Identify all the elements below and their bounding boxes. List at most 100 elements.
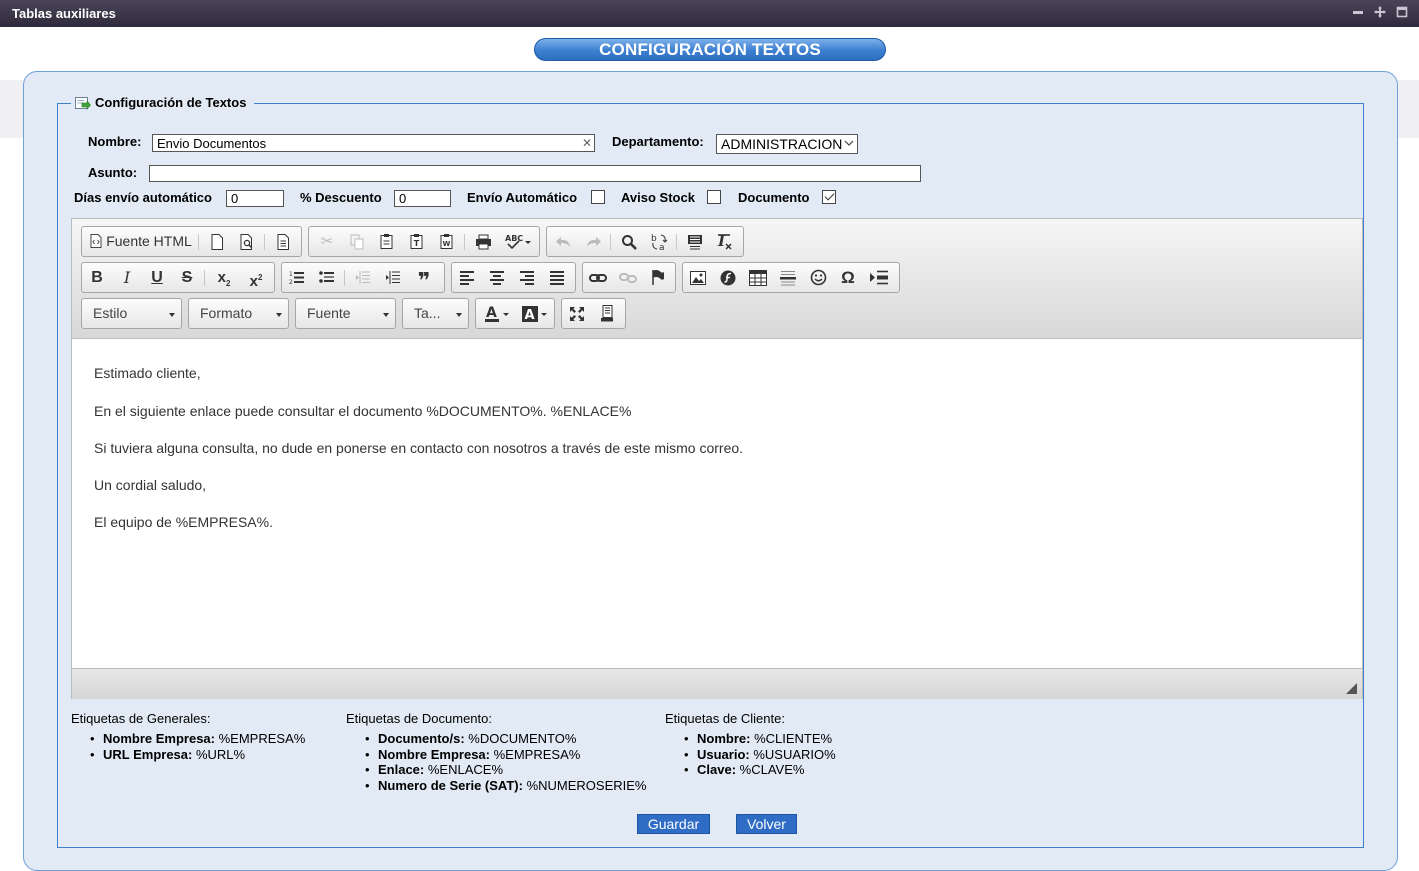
anchor-flag-icon[interactable]: [646, 266, 670, 289]
toolbar-group-basicstyles: B I U S x2 x2: [81, 262, 275, 293]
undo-icon[interactable]: [551, 230, 575, 253]
departamento-select[interactable]: ADMINISTRACION: [716, 134, 858, 154]
edit-document-icon: [75, 96, 91, 110]
numbered-list-icon[interactable]: 12: [285, 266, 309, 289]
spellcheck-icon[interactable]: ABC: [501, 230, 535, 253]
templates-icon[interactable]: [271, 230, 295, 253]
source-html-label: Fuente HTML: [106, 233, 192, 249]
descuento-input[interactable]: [394, 190, 451, 207]
move-icon[interactable]: [1373, 5, 1387, 19]
resize-handle-icon[interactable]: [1346, 683, 1357, 694]
documento-checkbox[interactable]: [822, 190, 836, 204]
page-break-icon[interactable]: [866, 266, 892, 289]
align-center-icon[interactable]: [485, 266, 509, 289]
back-button[interactable]: Volver: [736, 814, 797, 834]
preview-icon[interactable]: [235, 230, 259, 253]
descuento-label: % Descuento: [300, 190, 382, 205]
source-html-button[interactable]: Fuente HTML: [88, 230, 194, 253]
legend-text: Configuración de Textos: [95, 95, 247, 110]
page-title: CONFIGURACIÓN TEXTOS: [534, 38, 886, 61]
outdent-icon[interactable]: [351, 266, 375, 289]
cut-icon[interactable]: ✂: [315, 230, 339, 253]
font-combo[interactable]: Fuente: [295, 298, 396, 329]
svg-text:W: W: [443, 240, 451, 248]
copy-icon[interactable]: [345, 230, 369, 253]
print-icon[interactable]: [471, 230, 495, 253]
new-page-icon[interactable]: [205, 230, 229, 253]
replace-icon[interactable]: ba: [647, 230, 671, 253]
format-combo[interactable]: Formato: [188, 298, 289, 329]
strikethrough-icon[interactable]: S: [175, 266, 199, 289]
align-left-icon[interactable]: [455, 266, 479, 289]
smiley-icon[interactable]: [806, 266, 830, 289]
align-justify-icon[interactable]: [545, 266, 569, 289]
editor-paragraph: El equipo de %EMPRESA%.: [94, 514, 273, 530]
aviso-stock-label: Aviso Stock: [621, 190, 695, 205]
unlink-icon[interactable]: [616, 266, 640, 289]
list-item: Nombre Empresa: %EMPRESA%: [90, 731, 305, 747]
asunto-input[interactable]: [149, 165, 921, 182]
table-icon[interactable]: [746, 266, 770, 289]
nombre-input[interactable]: [152, 134, 595, 152]
indent-icon[interactable]: [381, 266, 405, 289]
envio-automatico-label: Envío Automático: [467, 190, 578, 205]
underline-icon[interactable]: U: [145, 266, 169, 289]
subscript-icon[interactable]: x2: [211, 266, 237, 289]
toolbar-separator: [264, 234, 265, 250]
image-icon[interactable]: [686, 266, 710, 289]
editor-paragraph: Estimado cliente,: [94, 365, 201, 381]
rich-text-editor: Fuente HTML ✂ T W ABC b a I B I U S x2 x…: [71, 218, 1363, 699]
aviso-stock-checkbox[interactable]: [707, 190, 721, 204]
paste-icon[interactable]: [375, 230, 399, 253]
tags-generales: Etiquetas de Generales: Nombre Empresa: …: [71, 711, 305, 762]
toolbar-separator: [676, 234, 677, 250]
select-all-icon[interactable]: [683, 230, 707, 253]
save-button[interactable]: Guardar: [637, 814, 710, 834]
redo-icon[interactable]: [581, 230, 605, 253]
flash-icon[interactable]: [716, 266, 740, 289]
italic-icon[interactable]: I: [115, 266, 139, 289]
toolbar-group-align: [451, 262, 576, 293]
special-char-omega-icon[interactable]: Ω: [836, 266, 860, 289]
format-combo-label: Formato: [200, 305, 253, 321]
editor-content-area[interactable]: Estimado cliente, En el siguiente enlace…: [72, 339, 1362, 668]
bold-icon[interactable]: B: [85, 266, 109, 289]
toolbar-separator: [610, 234, 611, 250]
size-combo-label: Ta...: [414, 305, 441, 321]
maximize-icon[interactable]: [1395, 5, 1409, 19]
remove-format-icon[interactable]: I: [713, 230, 737, 253]
editor-statusbar: [72, 668, 1362, 699]
maximize-editor-icon[interactable]: [565, 302, 589, 325]
list-item: URL Empresa: %URL%: [90, 747, 305, 763]
text-color-icon[interactable]: A: [480, 302, 514, 325]
blockquote-icon[interactable]: ❞: [411, 266, 437, 293]
bulleted-list-icon[interactable]: [315, 266, 339, 289]
paste-word-icon[interactable]: W: [435, 230, 459, 253]
style-combo[interactable]: Estilo: [81, 298, 182, 329]
paste-text-icon[interactable]: T: [405, 230, 429, 253]
toolbar-group-document: Fuente HTML: [81, 226, 302, 257]
toolbar-separator: [464, 234, 465, 250]
dias-envio-input[interactable]: [226, 190, 284, 207]
minimize-icon[interactable]: [1351, 5, 1365, 19]
background-color-icon[interactable]: A: [518, 302, 552, 325]
horizontal-rule-icon[interactable]: [776, 266, 800, 289]
departamento-label: Departamento:: [612, 134, 704, 149]
search-icon[interactable]: [617, 230, 641, 253]
align-right-icon[interactable]: [515, 266, 539, 289]
list-item: Nombre: %CLIENTE%: [684, 731, 836, 747]
tags-generales-title: Etiquetas de Generales:: [71, 711, 211, 726]
dropdown-arrow-icon: [383, 313, 389, 317]
link-icon[interactable]: [586, 266, 610, 289]
clear-icon[interactable]: ✕: [582, 136, 592, 150]
tags-documento: Etiquetas de Documento: Documento/s: %DO…: [346, 711, 647, 793]
list-item: Documento/s: %DOCUMENTO%: [365, 731, 647, 747]
superscript-icon[interactable]: x2: [243, 266, 269, 290]
window-titlebar: Tablas auxiliares: [0, 0, 1419, 27]
size-combo[interactable]: Ta...: [402, 298, 469, 329]
list-item: Enlace: %ENLACE%: [365, 762, 647, 778]
envio-automatico-checkbox[interactable]: [591, 190, 605, 204]
show-blocks-icon[interactable]: [595, 302, 619, 325]
toolbar-separator: [344, 270, 345, 286]
font-combo-label: Fuente: [307, 305, 351, 321]
